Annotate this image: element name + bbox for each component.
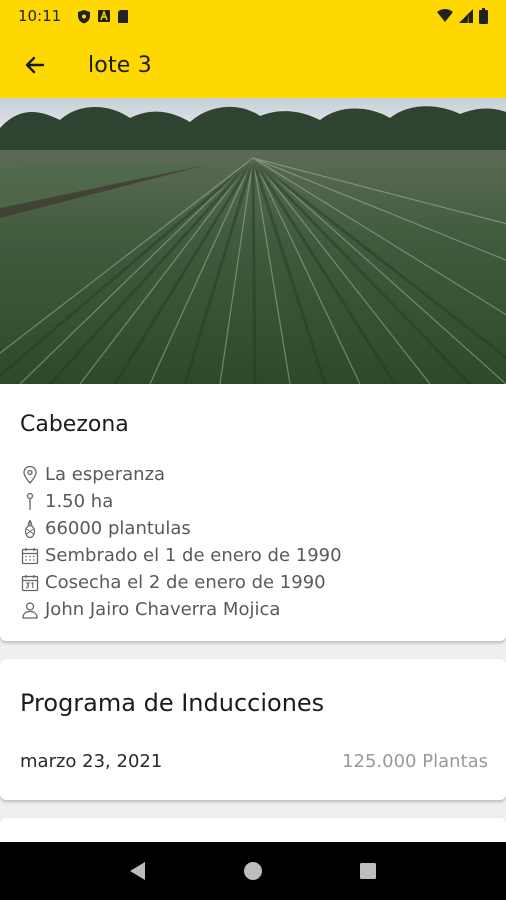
home-circle-icon <box>243 862 262 880</box>
nav-recents-button[interactable] <box>348 851 388 891</box>
detail-area-text: 1.50 ha <box>45 491 114 512</box>
arrow-left-icon <box>25 56 45 74</box>
status-bar: 10:11 <box>0 0 506 32</box>
program-title: Programa de Inducciones <box>20 689 325 717</box>
battery-icon <box>479 8 488 24</box>
calendar-31-icon <box>21 574 39 591</box>
location-pin-icon <box>23 465 37 484</box>
detail-owner: John Jairo Chaverra Mojica <box>20 596 342 623</box>
lot-name: Cabezona <box>20 412 129 437</box>
lot-card[interactable]: Cabezona La esperanza 1.50 ha 66000 plan… <box>0 384 506 641</box>
detail-location-text: La esperanza <box>45 464 166 485</box>
signal-icon <box>459 9 473 23</box>
status-time: 10:11 <box>18 7 62 25</box>
back-button[interactable] <box>0 32 70 98</box>
recents-square-icon <box>360 863 377 879</box>
detail-owner-text: John Jairo Chaverra Mojica <box>45 599 281 620</box>
back-triangle-icon <box>129 862 145 880</box>
detail-location: La esperanza <box>20 461 342 488</box>
detail-harvest-text: Cosecha el 2 de enero de 1990 <box>45 572 326 593</box>
pineapple-icon <box>24 519 36 538</box>
program-plants: 125.000 Plantas <box>342 751 488 772</box>
page-title: lote 3 <box>88 52 152 78</box>
pin-icon <box>26 492 34 510</box>
detail-planted-text: Sembrado el 1 de enero de 1990 <box>45 545 342 566</box>
sim-icon <box>118 9 129 23</box>
detail-area: 1.50 ha <box>20 488 342 515</box>
shield-icon <box>78 9 91 23</box>
program-card[interactable]: Programa de Inducciones marzo 23, 2021 1… <box>0 659 506 800</box>
person-icon <box>22 601 38 619</box>
detail-plants-text: 66000 plantulas <box>45 518 191 539</box>
calendar-icon <box>21 547 39 564</box>
nav-home-button[interactable] <box>233 851 273 891</box>
nav-back-button[interactable] <box>118 851 158 891</box>
program-date: marzo 23, 2021 <box>20 751 163 772</box>
lot-details: La esperanza 1.50 ha 66000 plantulas Sem… <box>20 461 342 623</box>
app-bar: lote 3 <box>0 32 506 98</box>
field-photo <box>0 98 506 384</box>
wifi-icon <box>437 9 453 22</box>
detail-harvest: Cosecha el 2 de enero de 1990 <box>20 569 342 596</box>
detail-plants: 66000 plantulas <box>20 515 342 542</box>
a-box-icon <box>98 10 111 22</box>
system-nav-bar <box>0 842 506 900</box>
detail-planted: Sembrado el 1 de enero de 1990 <box>20 542 342 569</box>
